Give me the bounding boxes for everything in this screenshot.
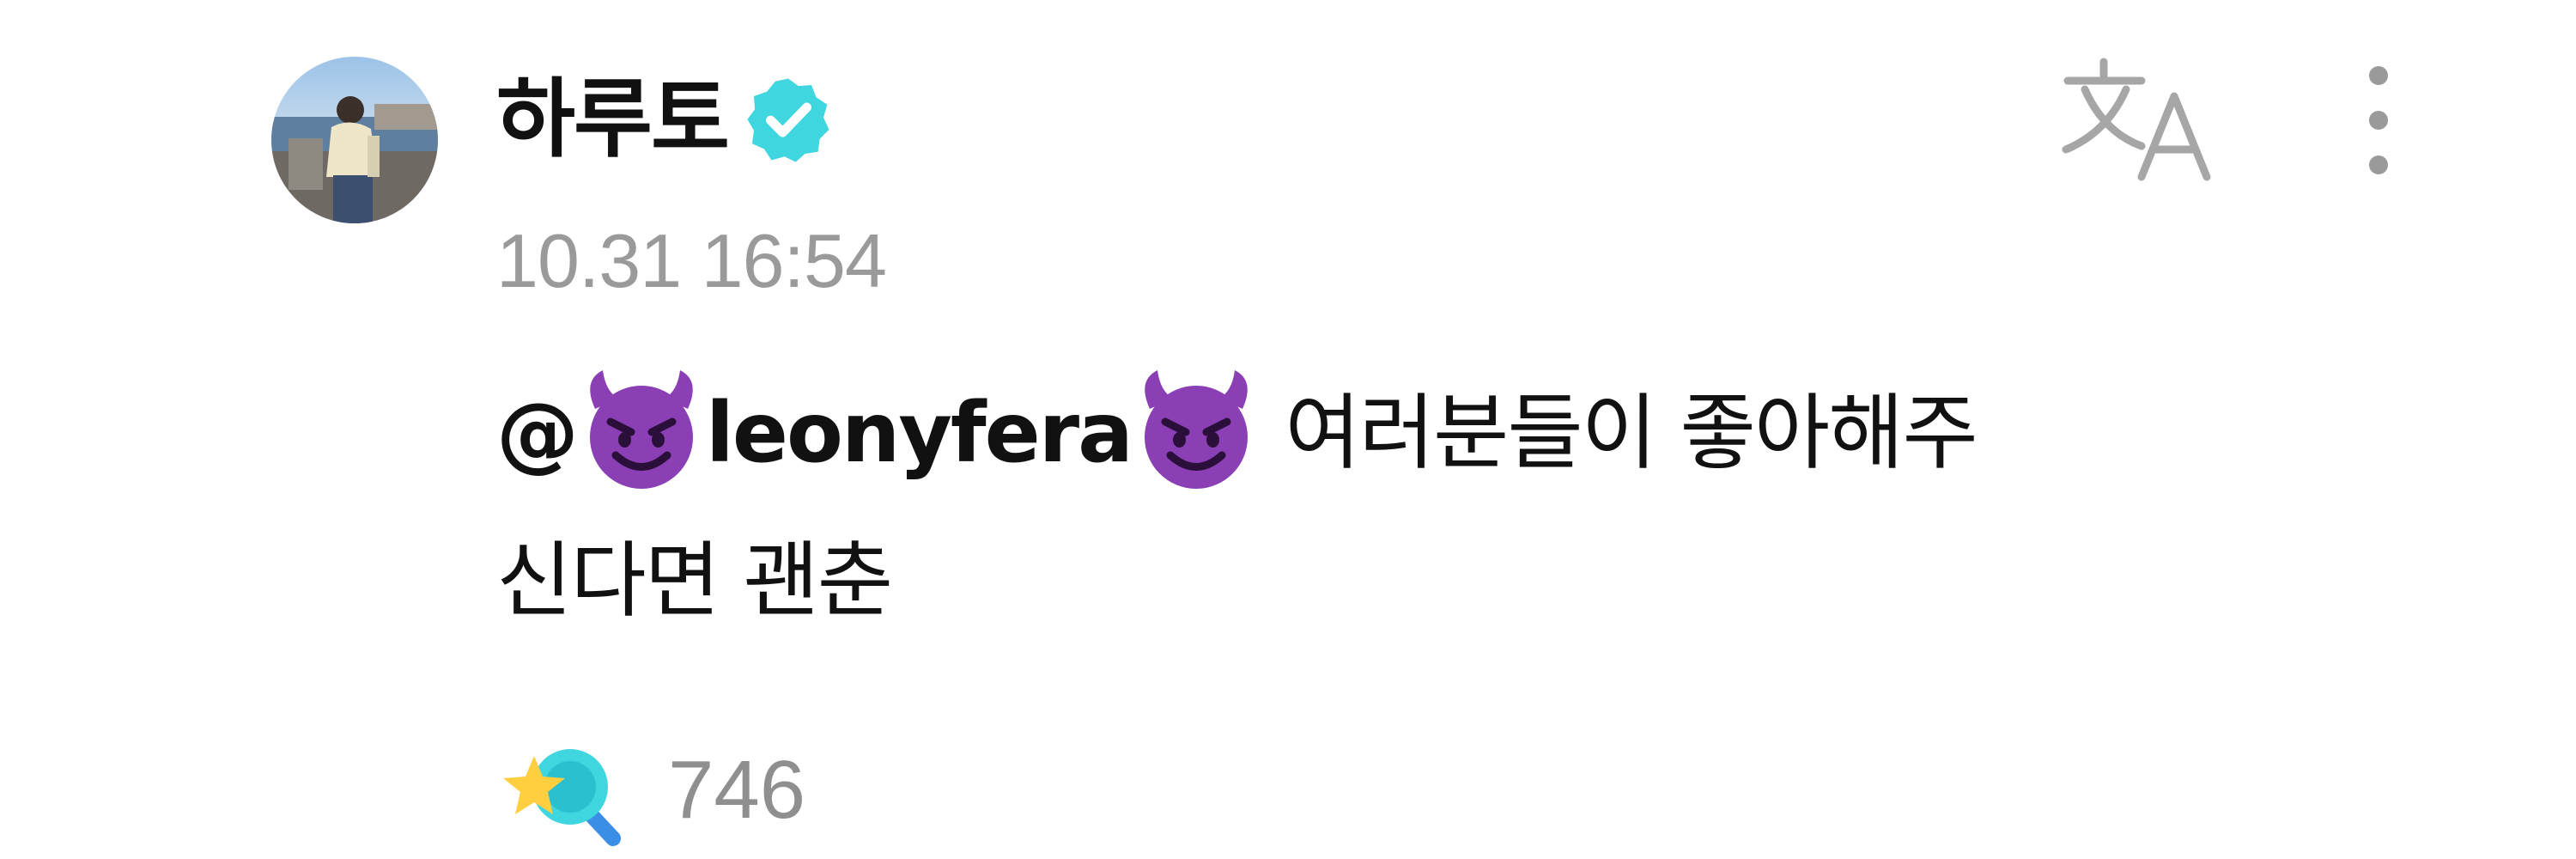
more-options-button[interactable] bbox=[2353, 57, 2404, 186]
author-name[interactable]: 하루토 bbox=[496, 76, 730, 162]
verified-badge-icon bbox=[742, 73, 835, 166]
avatar[interactable] bbox=[271, 57, 438, 223]
more-vertical-icon bbox=[2369, 66, 2388, 174]
reaction-row[interactable]: 746 bbox=[496, 730, 805, 850]
smiling-face-with-horns-icon bbox=[1132, 365, 1261, 494]
comment-post: 하루토 10.31 16:54 @ leonyfera 여러분들이 좋아해주 신… bbox=[0, 0, 2576, 859]
smiling-face-with-horns-icon bbox=[577, 365, 706, 494]
post-timestamp: 10.31 16:54 bbox=[496, 218, 887, 303]
mention-link[interactable]: @ leonyfera bbox=[496, 370, 1261, 489]
author-row: 하루토 bbox=[496, 64, 835, 175]
mention-handle: leonyfera bbox=[706, 385, 1133, 481]
mention-prefix: @ bbox=[496, 385, 579, 481]
star-magnifier-reaction-icon bbox=[503, 749, 621, 846]
post-body: @ leonyfera 여러분들이 좋아해주 신다면 괜춘 bbox=[496, 359, 2437, 655]
translate-icon bbox=[2062, 58, 2211, 181]
reaction-count: 746 bbox=[668, 744, 806, 836]
post-body-line-1: @ leonyfera 여러분들이 좋아해주 bbox=[496, 359, 2437, 507]
translate-button[interactable] bbox=[2052, 50, 2224, 187]
body-text-line-1: 여러분들이 좋아해주 bbox=[1260, 385, 1978, 481]
post-body-line-2: 신다면 괜춘 bbox=[496, 533, 893, 629]
